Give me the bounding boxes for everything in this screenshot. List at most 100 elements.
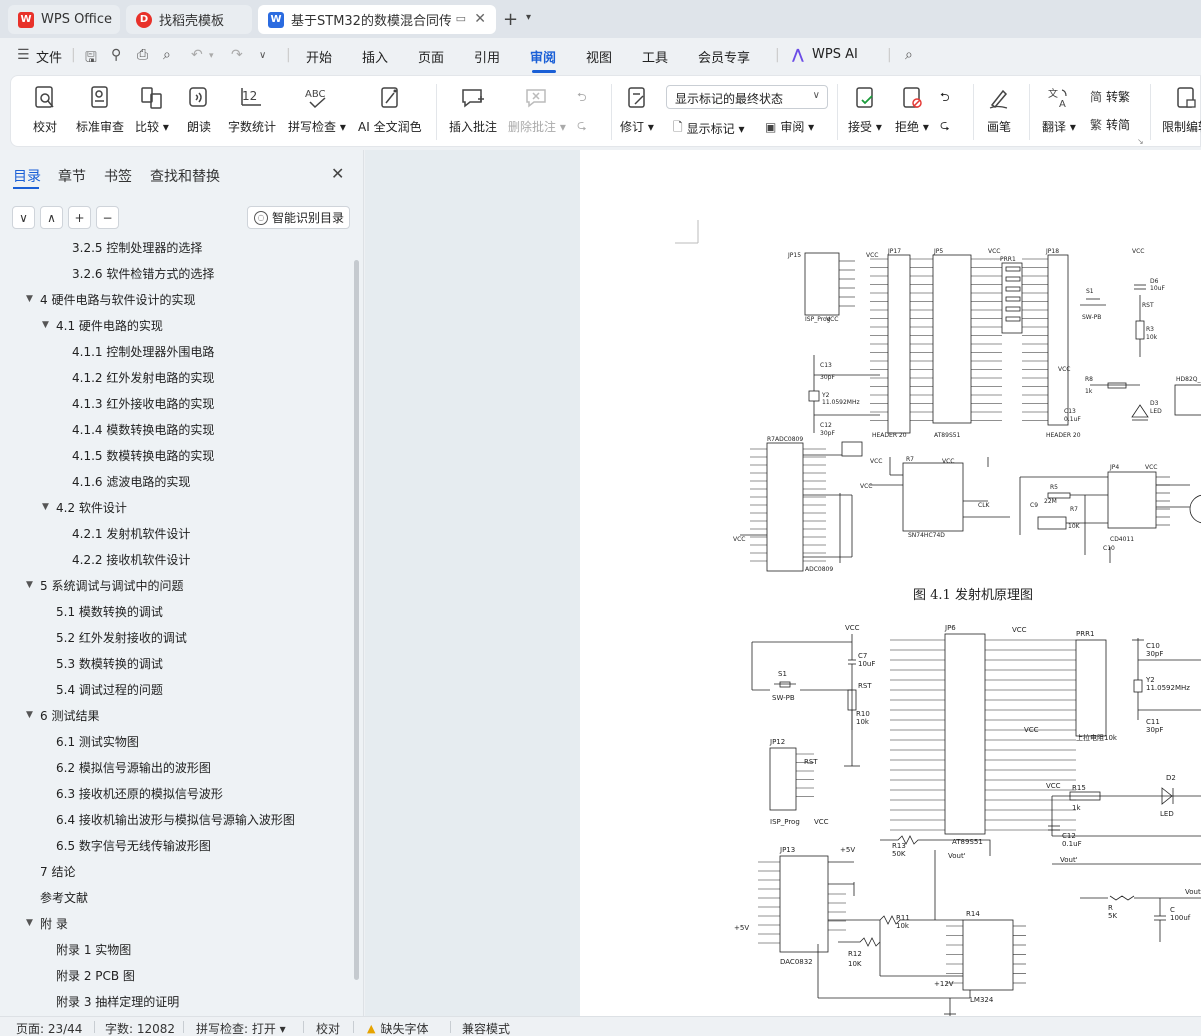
review-pane-button[interactable]: ▣ 审阅 ▾ <box>765 118 814 135</box>
share-icon[interactable]: ⚲ <box>111 47 121 63</box>
compare-button[interactable]: 比较 ▾ <box>135 84 169 135</box>
toc-item[interactable]: 4.1.6 滤波电路的实现 <box>0 468 352 494</box>
menu-page[interactable]: 页面 <box>418 47 444 66</box>
toc-item[interactable]: 4.1.2 红外发射电路的实现 <box>0 364 352 390</box>
toc-item[interactable]: ▼ 4 硬件电路与软件设计的实现 <box>0 286 352 312</box>
show-markup-button[interactable]: 🗋 显示标记 ▾ <box>673 118 745 139</box>
redo-icon[interactable]: ↷ <box>231 47 243 63</box>
toc-item[interactable]: 4.1.4 模数转换电路的实现 <box>0 416 352 442</box>
expand-caret-icon[interactable]: ▼ <box>26 580 33 590</box>
spell-check-status[interactable]: 拼写检查: 打开 ▾ <box>196 1020 286 1036</box>
print-preview-icon[interactable]: ⌕ <box>163 47 171 63</box>
save-icon[interactable]: 🖫 <box>85 47 97 71</box>
menu-wps-ai[interactable]: WPS AI <box>812 47 858 62</box>
toc-item[interactable]: 6.5 数字信号无线传输波形图 <box>0 832 352 858</box>
smart-toc-button[interactable]: ◌ 智能识别目录 <box>247 206 350 229</box>
delete-comment-button[interactable]: 删除批注 ▾ <box>508 84 566 135</box>
expand-caret-icon[interactable]: ▼ <box>42 320 49 330</box>
menu-review[interactable]: 审阅 <box>530 47 556 66</box>
page-indicator[interactable]: 页面: 23/44 <box>16 1020 82 1036</box>
word-count-button[interactable]: 12 字数统计 <box>228 84 276 135</box>
tab-current-document[interactable]: W 基于STM32的数模混合同传 ▭ ✕ <box>258 5 496 34</box>
toc-item[interactable]: 6.4 接收机输出波形与模拟信号源输入波形图 <box>0 806 352 832</box>
expand-up-button[interactable]: ∧ <box>40 206 63 229</box>
word-count[interactable]: 字数: 12082 <box>105 1020 175 1036</box>
add-heading-button[interactable]: + <box>68 206 91 229</box>
nav-tab-find-replace[interactable]: 查找和替换 <box>150 166 220 186</box>
insert-comment-button[interactable]: 插入批注 <box>449 84 497 135</box>
toc-item[interactable]: 4.1.1 控制处理器外围电路 <box>0 338 352 364</box>
ribbon-expand-icon[interactable]: ↘ <box>1137 137 1144 146</box>
toc-item[interactable]: 4.1.3 红外接收电路的实现 <box>0 390 352 416</box>
next-change-icon[interactable]: ⮎ <box>940 116 950 137</box>
close-icon[interactable]: ✕ <box>331 164 344 183</box>
toc-item[interactable]: ▼ 附 录 <box>0 910 352 936</box>
expand-caret-icon[interactable]: ▼ <box>26 918 33 928</box>
toc-item[interactable]: ▼ 4.1 硬件电路的实现 <box>0 312 352 338</box>
toc-item[interactable]: 5.1 模数转换的调试 <box>0 598 352 624</box>
ai-polish-button[interactable]: AI 全文润色 <box>358 84 422 135</box>
standard-review-button[interactable]: 标准审查 <box>76 84 124 135</box>
proofread-button[interactable]: 校对 <box>33 84 57 135</box>
toc-item[interactable]: 4.2.2 接收机软件设计 <box>0 546 352 572</box>
toc-item[interactable]: 3.2.5 控制处理器的选择 <box>0 240 352 260</box>
toc-item[interactable]: 4.1.5 数模转换电路的实现 <box>0 442 352 468</box>
toc-item[interactable]: 6.3 接收机还原的模拟信号波形 <box>0 780 352 806</box>
expand-caret-icon[interactable]: ▼ <box>26 710 33 720</box>
toc-item[interactable]: 参考文献 <box>0 884 352 910</box>
nav-tab-toc[interactable]: 目录 <box>13 166 41 186</box>
toc-item[interactable]: 5.3 数模转换的调试 <box>0 650 352 676</box>
menu-member[interactable]: 会员专享 <box>698 47 750 66</box>
next-comment-icon[interactable]: ⮎ <box>577 116 587 137</box>
undo-icon[interactable]: ↶ <box>191 47 203 63</box>
toc-item[interactable]: 7 结论 <box>0 858 352 884</box>
toc-item[interactable]: 5.4 调试过程的问题 <box>0 676 352 702</box>
to-simplified-button[interactable]: 繁转简 <box>1090 116 1130 133</box>
toc-item[interactable]: 6.2 模拟信号源输出的波形图 <box>0 754 352 780</box>
toc-item[interactable]: 4.2.1 发射机软件设计 <box>0 520 352 546</box>
toc-item[interactable]: 3.2.6 软件检错方式的选择 <box>0 260 352 286</box>
accept-button[interactable]: 接受 ▾ <box>848 84 882 135</box>
draw-button[interactable]: 画笔 <box>987 84 1011 135</box>
menu-home[interactable]: 开始 <box>306 47 332 66</box>
nav-tab-bookmarks[interactable]: 书签 <box>104 166 132 186</box>
monitor-icon[interactable]: ▭ <box>456 12 466 25</box>
toc-item[interactable]: 附录 1 实物图 <box>0 936 352 962</box>
spell-check-button[interactable]: ABC 拼写检查 ▾ <box>288 84 346 135</box>
chevron-down-icon[interactable]: ▾ <box>526 12 531 23</box>
menu-references[interactable]: 引用 <box>474 47 500 66</box>
nav-tab-sections[interactable]: 章节 <box>58 166 86 186</box>
remove-heading-button[interactable]: − <box>96 206 119 229</box>
menu-file[interactable]: 文件 <box>36 47 62 66</box>
expand-caret-icon[interactable]: ▼ <box>26 294 33 304</box>
hamburger-menu-icon[interactable]: ☰ <box>17 47 30 63</box>
menu-view[interactable]: 视图 <box>586 47 612 66</box>
translate-button[interactable]: 文A 翻译 ▾ <box>1042 84 1076 135</box>
chevron-down-icon[interactable]: ▾ <box>209 51 214 61</box>
tab-wps-office[interactable]: W WPS Office <box>8 5 120 34</box>
expand-caret-icon[interactable]: ▼ <box>42 502 49 512</box>
reject-button[interactable]: 拒绝 ▾ <box>895 84 929 135</box>
markup-mode-select[interactable]: 显示标记的最终状态 ∨ <box>666 85 828 109</box>
toc-scrollbar[interactable] <box>354 260 359 980</box>
collapse-all-button[interactable]: ∨ <box>12 206 35 229</box>
search-icon[interactable]: ⌕ <box>905 47 913 63</box>
chevron-down-icon[interactable]: ∨ <box>259 50 266 61</box>
missing-font-status[interactable]: ▲ 缺失字体 <box>367 1020 428 1036</box>
previous-change-icon[interactable]: ⮌ <box>940 88 950 109</box>
toc-item[interactable]: 附录 3 抽样定理的证明 <box>0 988 352 1014</box>
print-icon[interactable]: ⎙ <box>137 47 148 63</box>
proofread-status[interactable]: 校对 <box>316 1020 340 1036</box>
toc-item[interactable]: ▼ 6 测试结果 <box>0 702 352 728</box>
toc-item[interactable]: 附录 2 PCB 图 <box>0 962 352 988</box>
toc-item[interactable]: 6.1 测试实物图 <box>0 728 352 754</box>
menu-insert[interactable]: 插入 <box>362 47 388 66</box>
track-changes-button[interactable]: 修订 ▾ <box>620 84 654 135</box>
to-traditional-button[interactable]: 简转繁 <box>1090 88 1130 105</box>
previous-comment-icon[interactable]: ⮌ <box>577 88 587 109</box>
menu-tools[interactable]: 工具 <box>642 47 668 66</box>
toc-item[interactable]: ▼ 4.2 软件设计 <box>0 494 352 520</box>
add-tab-icon[interactable]: + <box>503 9 518 30</box>
tab-docer-templates[interactable]: D 找稻壳模板 <box>126 5 252 34</box>
restrict-edit-button[interactable]: 限制编辑 <box>1162 84 1201 135</box>
